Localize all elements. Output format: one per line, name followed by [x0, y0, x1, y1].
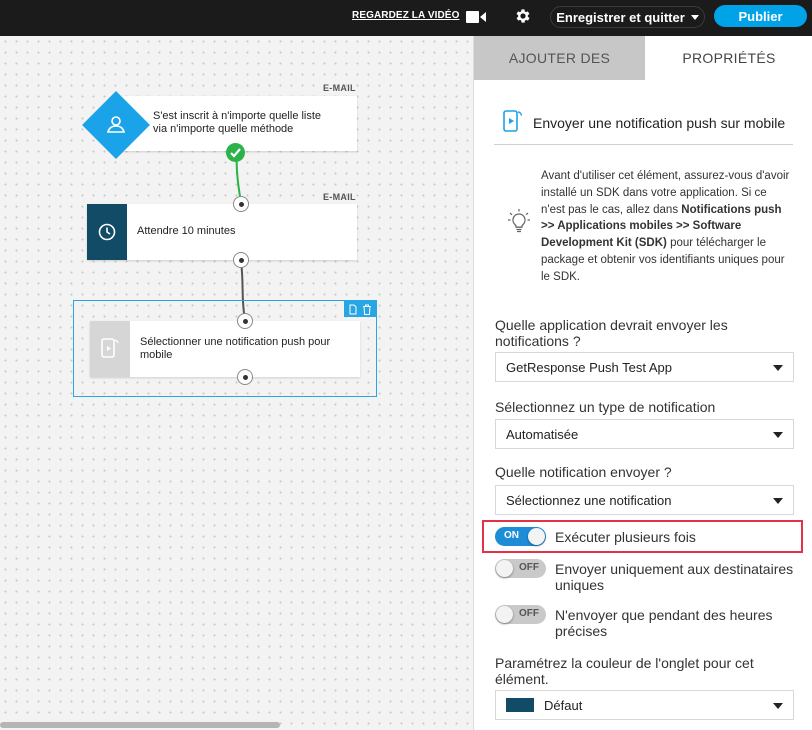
- publish-button[interactable]: Publier: [714, 5, 807, 27]
- caret-down-icon: [690, 14, 699, 20]
- save-and-quit-label: Enregistrer et quitter: [556, 9, 685, 25]
- connector-dot[interactable]: [237, 313, 253, 329]
- notification-select[interactable]: Sélectionnez une notification: [495, 485, 794, 515]
- workflow-canvas[interactable]: E-MAIL S'est inscrit à n'importe quelle …: [0, 36, 473, 730]
- mobile-push-icon: [101, 338, 119, 358]
- clock-icon: [98, 223, 116, 241]
- properties-panel: AJOUTER DES PROPRIÉTÉS Envoyer une notif…: [473, 36, 812, 730]
- lightbulb-icon: [508, 209, 530, 233]
- dropdown-arrow-icon: [773, 432, 783, 438]
- tab-color-select[interactable]: Défaut: [495, 690, 794, 720]
- which-notification-label: Quelle notification envoyer ?: [495, 464, 672, 480]
- node-tag-email: E-MAIL: [323, 192, 356, 202]
- canvas-horizontal-scrollbar[interactable]: [0, 722, 280, 728]
- connector-dot[interactable]: [233, 196, 249, 212]
- run-multiple-toggle[interactable]: ON: [495, 527, 546, 546]
- watch-video-link[interactable]: REGARDEZ LA VIDÉO: [352, 10, 459, 21]
- trigger-text-line1: S'est inscrit à n'importe quelle liste: [153, 110, 322, 122]
- toggle-knob: [496, 560, 513, 577]
- color-swatch: [506, 698, 534, 712]
- node-tag-email: E-MAIL: [323, 83, 356, 93]
- app-select-value: GetResponse Push Test App: [506, 359, 672, 375]
- dropdown-arrow-icon: [773, 498, 783, 504]
- specific-hours-label: N'envoyer que pendant des heures précise…: [555, 607, 773, 639]
- specific-hours-toggle[interactable]: OFF: [495, 605, 546, 624]
- tab-color-value: Défaut: [544, 697, 583, 713]
- connector-dot[interactable]: [233, 252, 249, 268]
- tab-properties[interactable]: PROPRIÉTÉS: [645, 36, 812, 80]
- toggle-state: OFF: [519, 562, 539, 573]
- trigger-node-text: S'est inscrit à n'importe quelle liste v…: [153, 110, 321, 136]
- trash-icon[interactable]: [362, 304, 372, 315]
- mobile-push-icon: [503, 110, 523, 132]
- unique-recipients-label: Envoyer uniquement aux destinataires uni…: [555, 561, 794, 593]
- dropdown-arrow-icon: [773, 365, 783, 371]
- push-node-text: Sélectionner une notification push pour …: [140, 336, 330, 362]
- success-check-icon: [226, 143, 245, 162]
- app-select[interactable]: GetResponse Push Test App: [495, 352, 794, 382]
- video-camera-icon[interactable]: [466, 10, 486, 24]
- trigger-text-line2: via n'importe quelle méthode: [153, 123, 294, 135]
- type-select[interactable]: Automatisée: [495, 419, 794, 449]
- push-text-line2: mobile: [140, 349, 173, 361]
- properties-title: Envoyer une notification push sur mobile: [533, 115, 786, 131]
- sdk-info-text: Avant d'utiliser cet élément, assurez-vo…: [541, 168, 791, 286]
- run-multiple-label: Exécuter plusieurs fois: [555, 529, 696, 545]
- tab-color-label: Paramétrez la couleur de l'onglet pour c…: [495, 655, 754, 687]
- toggle-knob: [528, 528, 545, 545]
- divider: [494, 144, 793, 145]
- push-text-line1: Sélectionner une notification push pour: [140, 336, 331, 348]
- toggle-state: OFF: [519, 608, 539, 619]
- type-select-label: Sélectionnez un type de notification: [495, 399, 716, 415]
- toggle-knob: [496, 606, 513, 623]
- dropdown-arrow-icon: [773, 703, 783, 709]
- user-icon: [106, 116, 126, 133]
- gear-icon[interactable]: [514, 7, 532, 25]
- type-select-value: Automatisée: [506, 426, 579, 442]
- save-and-quit-button[interactable]: Enregistrer et quitter: [550, 6, 705, 28]
- copy-icon[interactable]: [348, 304, 358, 315]
- notification-select-value: Sélectionnez une notification: [506, 492, 672, 508]
- node-toolbar: [344, 301, 376, 317]
- unique-recipients-toggle[interactable]: OFF: [495, 559, 546, 578]
- tab-add-elements[interactable]: AJOUTER DES: [474, 36, 645, 80]
- app-select-label: Quelle application devrait envoyer les n…: [495, 317, 728, 349]
- connector-dot[interactable]: [237, 369, 253, 385]
- toggle-state: ON: [504, 530, 519, 541]
- wait-node-text: Attendre 10 minutes: [137, 225, 236, 237]
- top-bar: REGARDEZ LA VIDÉO Enregistrer et quitter…: [0, 0, 812, 36]
